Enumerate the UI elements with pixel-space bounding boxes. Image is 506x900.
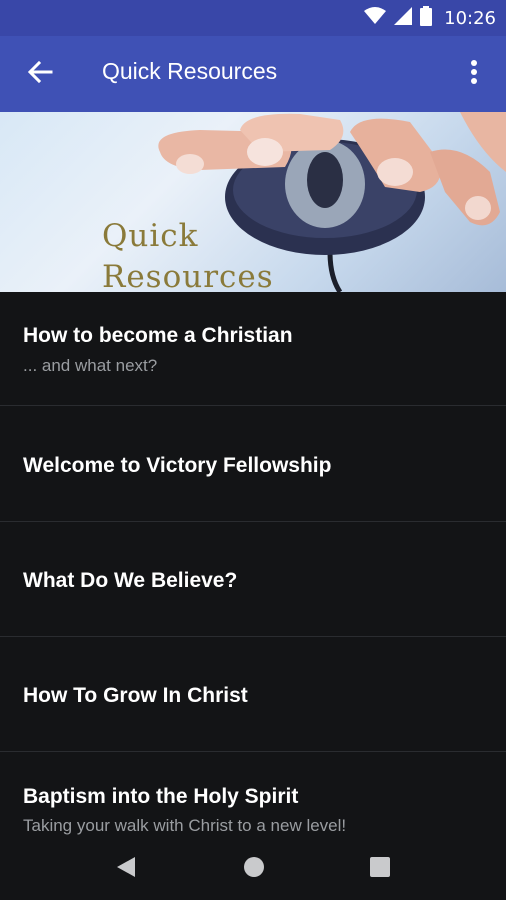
hero-banner: Quick Resources [0, 112, 506, 292]
status-icons: 10:26 [364, 6, 496, 30]
home-circle-icon [242, 855, 266, 883]
list-item-what-do-we-believe[interactable]: What Do We Believe? [0, 522, 506, 637]
hero-title: Quick Resources [102, 216, 274, 292]
arrow-left-icon [27, 60, 53, 88]
list-item-how-to-grow-in-christ[interactable]: How To Grow In Christ [0, 637, 506, 752]
list-item-title: How to become a Christian [23, 324, 293, 347]
resource-list: How to become a Christian ... and what n… [0, 292, 506, 837]
list-item-baptism-into-the-holy-spirit[interactable]: Baptism into the Holy Spirit Taking your… [0, 752, 506, 837]
cell-signal-icon [394, 7, 413, 29]
overflow-menu-button[interactable] [456, 56, 492, 92]
nav-home-button[interactable] [240, 855, 268, 883]
list-item-how-to-become-a-christian[interactable]: How to become a Christian ... and what n… [0, 292, 506, 406]
hero-title-line1: Quick [102, 218, 199, 254]
recents-square-icon [369, 856, 391, 882]
more-vert-icon [470, 59, 478, 89]
wifi-icon [364, 7, 387, 29]
page-title: Quick Resources [102, 58, 278, 84]
hero-title-line2: Resources [102, 259, 274, 292]
nav-recents-button[interactable] [366, 855, 394, 883]
system-nav-bar [0, 837, 506, 900]
battery-icon [420, 6, 433, 30]
list-item-title: Welcome to Victory Fellowship [23, 454, 332, 477]
nav-back-button[interactable] [112, 855, 140, 883]
app-bar: Quick Resources [0, 36, 506, 112]
list-item-title: Baptism into the Holy Spirit [23, 785, 299, 808]
status-bar: 10:26 [0, 0, 506, 36]
list-item-title: What Do We Believe? [23, 569, 238, 592]
list-item-subtitle: Taking your walk with Christ to a new le… [23, 816, 347, 835]
back-button[interactable] [20, 56, 60, 92]
back-triangle-icon [115, 855, 137, 883]
list-item-welcome-to-victory-fellowship[interactable]: Welcome to Victory Fellowship [0, 406, 506, 522]
list-item-subtitle: ... and what next? [23, 356, 158, 375]
status-time: 10:26 [444, 7, 496, 29]
list-item-title: How To Grow In Christ [23, 684, 248, 707]
